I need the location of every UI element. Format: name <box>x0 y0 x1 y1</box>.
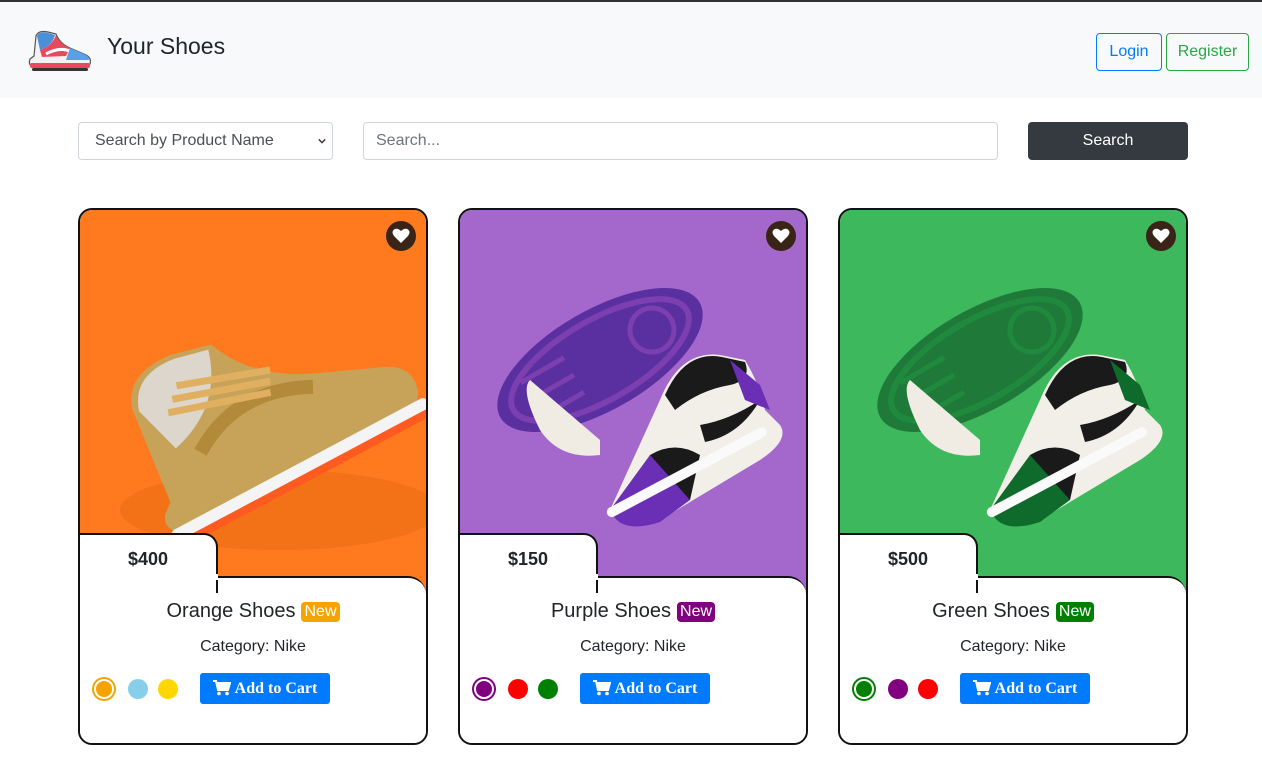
login-button[interactable]: Login <box>1096 33 1162 71</box>
product-category: Category: Nike <box>200 638 306 655</box>
product-title: Green Shoes New <box>840 600 1186 623</box>
product-name[interactable]: Purple Shoes <box>551 600 671 622</box>
price-tab-join <box>80 574 218 580</box>
color-swatch[interactable] <box>474 679 494 699</box>
product-category: Category: Nike <box>960 638 1066 655</box>
add-to-cart-button[interactable]: Add to Cart <box>200 673 330 704</box>
add-to-cart-button[interactable]: Add to Cart <box>580 673 710 704</box>
color-swatch[interactable] <box>538 679 558 699</box>
add-to-cart-label: Add to Cart <box>234 680 318 697</box>
product-card[interactable]: $150 Purple Shoes New Category: Nike Add … <box>458 208 808 745</box>
price-tab: $150 <box>460 533 598 593</box>
add-to-cart-button[interactable]: Add to Cart <box>960 673 1090 704</box>
product-price: $400 <box>127 549 169 569</box>
product-card[interactable]: $500 Green Shoes New Category: Nike Add t… <box>838 208 1188 745</box>
price-tab: $400 <box>80 533 218 593</box>
add-to-cart-label: Add to Cart <box>994 680 1078 697</box>
navbar: Your Shoes Login Register <box>0 2 1262 98</box>
new-badge: New <box>1055 602 1094 622</box>
color-swatch[interactable] <box>888 679 908 699</box>
search-type-select[interactable]: Search by Product Name <box>78 122 333 160</box>
price-tab-join <box>840 574 978 580</box>
search-button[interactable]: Search <box>1028 122 1188 160</box>
search-input[interactable]: Search... <box>363 122 998 160</box>
color-swatch[interactable] <box>94 679 114 699</box>
product-price: $150 <box>507 549 549 569</box>
new-badge: New <box>301 602 340 622</box>
color-swatch[interactable] <box>128 679 148 699</box>
color-swatch[interactable] <box>158 679 178 699</box>
search-type-value: Search by Product Name <box>95 132 274 149</box>
color-swatch[interactable] <box>918 679 938 699</box>
product-category: Category: Nike <box>580 638 686 655</box>
cart-icon <box>212 680 235 697</box>
product-title: Orange Shoes New <box>80 600 426 623</box>
product-name[interactable]: Green Shoes <box>932 600 1050 622</box>
heart-icon[interactable] <box>386 221 416 251</box>
price-tab: $500 <box>840 533 978 593</box>
sneaker-logo-icon[interactable] <box>26 26 94 76</box>
product-name[interactable]: Orange Shoes <box>167 600 296 622</box>
product-card[interactable]: $400 Orange Shoes New Category: Nike Add … <box>78 208 428 745</box>
cart-icon <box>972 680 995 697</box>
cart-icon <box>592 680 615 697</box>
add-to-cart-label: Add to Cart <box>614 680 698 697</box>
price-tab-join <box>460 574 598 580</box>
new-badge: New <box>677 602 716 622</box>
product-price: $500 <box>887 549 929 569</box>
product-title: Purple Shoes New <box>460 600 806 623</box>
heart-icon[interactable] <box>1146 221 1176 251</box>
color-swatch[interactable] <box>854 679 874 699</box>
color-swatch[interactable] <box>508 679 528 699</box>
register-button[interactable]: Register <box>1166 33 1249 71</box>
search-placeholder: Search... <box>376 132 441 149</box>
chevron-down-icon <box>318 138 326 144</box>
heart-icon[interactable] <box>766 221 796 251</box>
brand-title[interactable]: Your Shoes <box>107 33 225 60</box>
